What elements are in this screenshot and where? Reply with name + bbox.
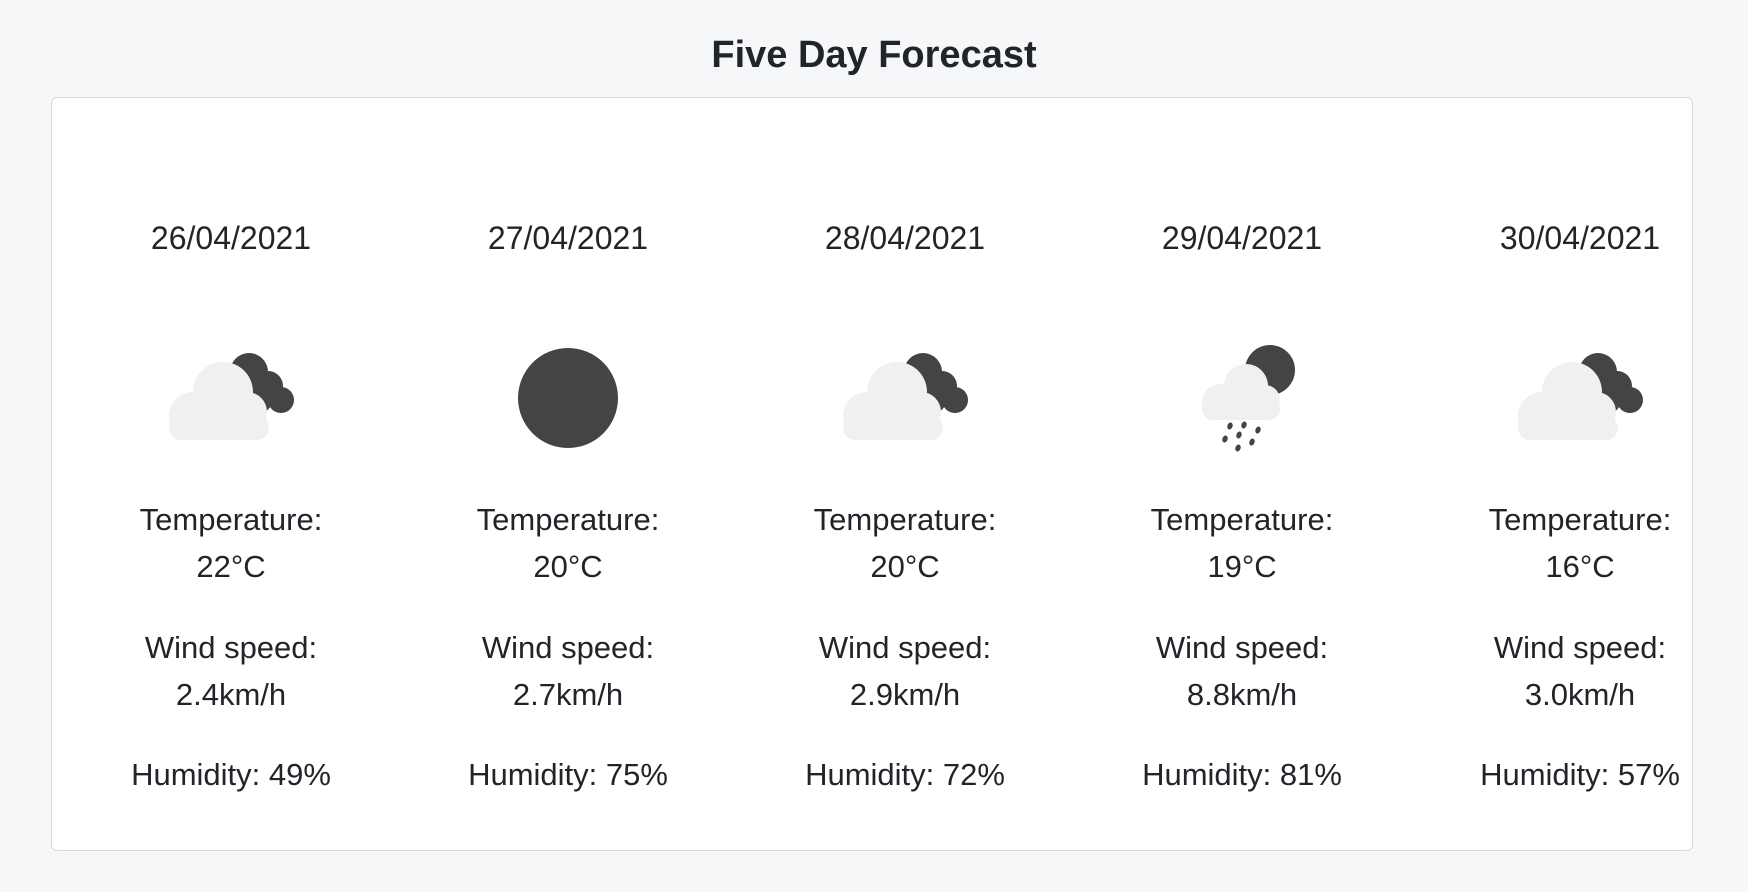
wind-speed-value: 8.8km/h [1186,677,1298,712]
wind-speed-value: 2.7km/h [512,677,624,712]
forecast-date: 27/04/2021 [487,220,649,256]
forecast-date: 26/04/2021 [150,220,312,256]
temperature-label: Temperature: [813,502,997,537]
wind-speed-value: 2.4km/h [175,677,287,712]
wind-speed-label: Wind speed: [481,630,655,665]
temperature-label: Temperature: [1488,502,1672,537]
temperature-value: 20°C [533,549,603,584]
temperature-label: Temperature: [476,502,660,537]
page-title: Five Day Forecast [711,34,1037,76]
temperature-value: 22°C [196,549,266,584]
humidity-text: Humidity: 49% [131,757,331,792]
temperature-value: 20°C [870,549,940,584]
forecast-day: 30/04/2021 Temperature: 16°C Wind speed:… [1412,98,1748,850]
temperature-value: 16°C [1545,549,1615,584]
forecast-day: 26/04/2021 Temperature: 22°C Wind speed:… [63,98,399,850]
clear-night-icon [488,336,648,456]
humidity-text: Humidity: 72% [805,757,1005,792]
forecast-date: 29/04/2021 [1161,220,1323,256]
forecast-page: Five Day Forecast 26/04/2021 Temperature… [0,0,1748,892]
temperature-label: Temperature: [1150,502,1334,537]
temperature-label: Temperature: [139,502,323,537]
forecast-date: 28/04/2021 [824,220,986,256]
wind-speed-label: Wind speed: [818,630,992,665]
wind-speed-value: 3.0km/h [1524,677,1636,712]
humidity-text: Humidity: 75% [468,757,668,792]
wind-speed-label: Wind speed: [1155,630,1329,665]
forecast-card: 26/04/2021 Temperature: 22°C Wind speed:… [51,97,1693,851]
wind-speed-value: 2.9km/h [849,677,961,712]
partly-cloudy-night-icon [825,336,985,456]
forecast-date: 30/04/2021 [1499,220,1661,256]
wind-speed-label: Wind speed: [1493,630,1667,665]
wind-speed-label: Wind speed: [144,630,318,665]
night-rain-icon [1162,336,1322,456]
humidity-text: Humidity: 81% [1142,757,1342,792]
partly-cloudy-night-icon [1500,336,1660,456]
temperature-value: 19°C [1207,549,1277,584]
humidity-text: Humidity: 57% [1480,757,1680,792]
forecast-day: 28/04/2021 Temperature: 20°C Wind speed:… [737,98,1073,850]
forecast-day: 29/04/2021 Temperature: 19°C Wind speed:… [1074,98,1410,850]
partly-cloudy-night-icon [151,336,311,456]
forecast-day: 27/04/2021 Temperature: 20°C Wind speed:… [400,98,736,850]
